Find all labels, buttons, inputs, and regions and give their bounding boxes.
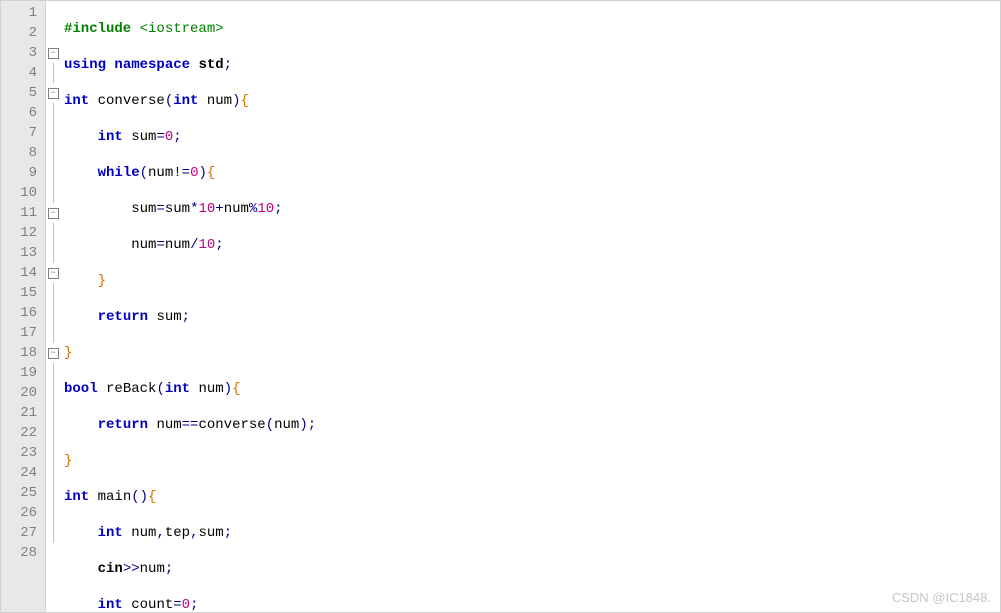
code-line: using namespace std; (64, 55, 1000, 75)
code-line: int main(){ (64, 487, 1000, 507)
line-number: 6 (7, 103, 37, 123)
line-number: 4 (7, 63, 37, 83)
code-line: } (64, 343, 1000, 363)
line-number: 23 (7, 443, 37, 463)
line-number: 20 (7, 383, 37, 403)
line-number: 21 (7, 403, 37, 423)
code-editor: 1 2 3 4 5 6 7 8 9 10 11 12 13 14 15 16 1… (0, 0, 1001, 613)
line-number: 25 (7, 483, 37, 503)
code-line: num=num/10; (64, 235, 1000, 255)
line-number: 27 (7, 523, 37, 543)
code-line: int num,tep,sum; (64, 523, 1000, 543)
line-number: 15 (7, 283, 37, 303)
line-number: 17 (7, 323, 37, 343)
code-line: } (64, 451, 1000, 471)
line-number: 12 (7, 223, 37, 243)
fold-toggle-icon[interactable]: − (48, 268, 59, 279)
code-line: } (64, 271, 1000, 291)
line-number: 19 (7, 363, 37, 383)
code-line: sum=sum*10+num%10; (64, 199, 1000, 219)
code-line: while(num!=0){ (64, 163, 1000, 183)
code-line: #include <iostream> (64, 19, 1000, 39)
code-line: return num==converse(num); (64, 415, 1000, 435)
line-number: 24 (7, 463, 37, 483)
line-number: 3 (7, 43, 37, 63)
line-number: 10 (7, 183, 37, 203)
line-number: 18 (7, 343, 37, 363)
fold-toggle-icon[interactable]: − (48, 208, 59, 219)
line-number: 16 (7, 303, 37, 323)
line-number: 26 (7, 503, 37, 523)
fold-toggle-icon[interactable]: − (48, 48, 59, 59)
line-number: 1 (7, 3, 37, 23)
line-number: 13 (7, 243, 37, 263)
code-line: return sum; (64, 307, 1000, 327)
code-line: int sum=0; (64, 127, 1000, 147)
watermark-text: CSDN @IC1848. (892, 590, 991, 605)
line-number: 28 (7, 543, 37, 563)
line-number-gutter: 1 2 3 4 5 6 7 8 9 10 11 12 13 14 15 16 1… (1, 1, 46, 612)
line-number: 8 (7, 143, 37, 163)
code-line: int count=0; (64, 595, 1000, 612)
code-area[interactable]: #include <iostream> using namespace std;… (60, 1, 1000, 612)
line-number: 5 (7, 83, 37, 103)
line-number: 9 (7, 163, 37, 183)
line-number: 7 (7, 123, 37, 143)
fold-toggle-icon[interactable]: − (48, 348, 59, 359)
line-number: 2 (7, 23, 37, 43)
line-number: 14 (7, 263, 37, 283)
code-line: int converse(int num){ (64, 91, 1000, 111)
code-line: bool reBack(int num){ (64, 379, 1000, 399)
line-number: 22 (7, 423, 37, 443)
line-number: 11 (7, 203, 37, 223)
code-line: cin>>num; (64, 559, 1000, 579)
fold-toggle-icon[interactable]: − (48, 88, 59, 99)
fold-gutter: − − − − − (46, 1, 60, 612)
